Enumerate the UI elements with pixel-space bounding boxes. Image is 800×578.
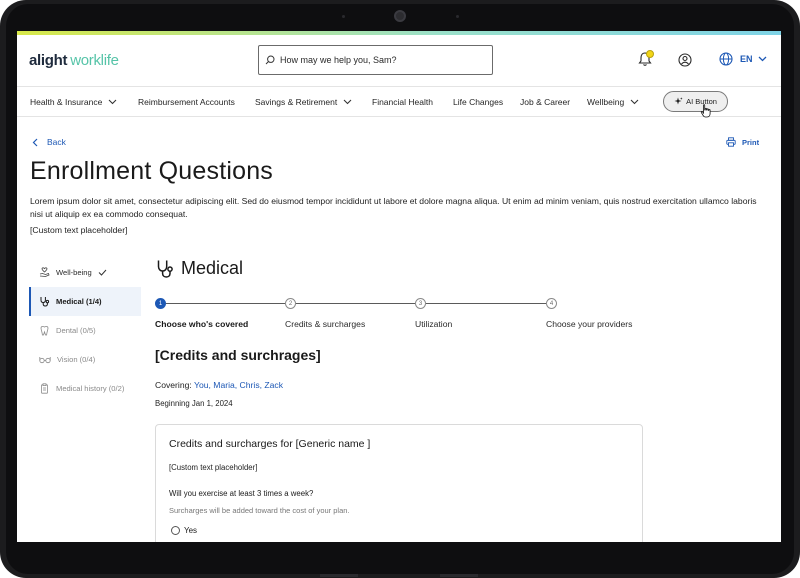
coverage-start-date: Beginning Jan 1, 2024 — [155, 399, 233, 408]
step-well-being[interactable]: Well-being — [29, 258, 141, 287]
screen: alight worklife How may we help you, Sam?… — [17, 31, 781, 542]
section-title: Medical — [181, 258, 244, 278]
chevron-down-icon — [108, 99, 117, 105]
back-link[interactable]: Back — [32, 137, 66, 147]
top-header: alight worklife How may we help you, Sam?… — [17, 35, 781, 87]
radio-button[interactable] — [171, 526, 180, 535]
covered-members-link[interactable]: You, Maria, Chris, Zack — [194, 380, 283, 390]
progress-connector — [166, 303, 285, 304]
clipboard-icon — [41, 383, 48, 394]
radio-label: Yes — [184, 526, 198, 535]
section-heading: Medical — [155, 258, 243, 279]
checkmark-icon — [98, 269, 107, 276]
step-medical-history[interactable]: Medical history (0/2) — [29, 374, 141, 403]
progress-label-choose-providers: Choose your providers — [546, 319, 633, 329]
nav-item-label: Financial Health — [372, 97, 433, 107]
camera — [394, 10, 406, 22]
radio-option-yes[interactable]: Yes — [171, 526, 197, 535]
progress-connector — [426, 303, 546, 304]
back-label: Back — [47, 137, 66, 147]
sensor-dot — [456, 15, 459, 18]
hardware-button — [320, 574, 358, 577]
exercise-question: Will you exercise at least 3 times a wee… — [169, 489, 314, 498]
step-subheading: [Credits and surchrages] — [155, 347, 321, 363]
surcharge-question-card: Credits and surcharges for [Generic name… — [155, 424, 643, 542]
nav-item-label: Job & Career — [520, 97, 571, 107]
step-label: Vision (0/4) — [57, 355, 96, 364]
chevron-left-icon — [32, 138, 38, 146]
hardware-button — [440, 574, 478, 577]
covering-line: Covering: You, Maria, Chris, Zack — [155, 380, 283, 390]
stethoscope-icon — [157, 260, 173, 278]
card-custom-text-placeholder: [Custom text placeholder] — [169, 463, 258, 472]
covering-label: Covering: — [155, 380, 192, 390]
tablet-frame: alight worklife How may we help you, Sam?… — [0, 0, 800, 578]
step-vision[interactable]: Vision (0/4) — [29, 345, 141, 374]
progress-step-1[interactable]: 1 — [155, 298, 166, 309]
search-input[interactable]: How may we help you, Sam? — [258, 45, 493, 75]
surcharge-note: Surcharges will be added toward the cost… — [169, 506, 350, 515]
progress-label-credits-surcharges: Credits & surcharges — [285, 319, 366, 329]
search-icon — [265, 55, 275, 65]
nav-item-job-career[interactable]: Job & Career — [520, 97, 570, 107]
step-label: Well-being — [56, 268, 92, 277]
page-title: Enrollment Questions — [30, 157, 274, 185]
nav-item-health-insurance[interactable]: Health & Insurance — [30, 97, 117, 107]
print-button[interactable]: Print — [726, 137, 759, 147]
chevron-down-icon — [343, 99, 352, 105]
notification-badge — [646, 50, 654, 58]
language-label: EN — [740, 54, 753, 64]
tooth-icon — [40, 326, 49, 336]
printer-icon — [726, 137, 736, 147]
nav-item-label: Savings & Retirement — [255, 97, 338, 107]
hand-pointer-cursor-icon — [700, 104, 711, 118]
step-dental[interactable]: Dental (0/5) — [29, 316, 141, 345]
logo-secondary-text: worklife — [70, 52, 119, 69]
chevron-down-icon — [630, 99, 639, 105]
nav-item-label: Health & Insurance — [30, 97, 103, 107]
intro-paragraph: Lorem ipsum dolor sit amet, consectetur … — [30, 196, 757, 219]
hand-heart-icon — [39, 267, 50, 277]
alight-worklife-logo[interactable]: alight worklife — [29, 52, 119, 69]
step-label: Dental (0/5) — [56, 326, 96, 335]
progress-step-3[interactable]: 3 — [415, 298, 426, 309]
nav-item-label: Wellbeing — [587, 97, 625, 107]
nav-item-life-changes[interactable]: Life Changes — [453, 97, 503, 107]
progress-stepper: 1 2 3 4 Choose who's covered Credits & s… — [155, 297, 632, 329]
language-selector[interactable]: EN — [719, 52, 767, 66]
progress-connector — [296, 303, 415, 304]
progress-step-2[interactable]: 2 — [285, 298, 296, 309]
custom-text-placeholder: [Custom text placeholder] — [30, 225, 128, 235]
step-label: Medical history (0/2) — [56, 384, 125, 393]
sparkle-icon — [674, 97, 683, 105]
nav-item-reimbursement-accounts[interactable]: Reimbursement Accounts — [138, 97, 235, 107]
user-profile-icon[interactable] — [678, 53, 692, 67]
nav-item-savings-retirement[interactable]: Savings & Retirement — [255, 97, 352, 107]
nav-item-label: Reimbursement Accounts — [138, 97, 235, 107]
progress-label-choose-covered: Choose who's covered — [155, 319, 249, 329]
nav-item-label: Life Changes — [453, 97, 504, 107]
progress-step-4[interactable]: 4 — [546, 298, 557, 309]
chevron-down-icon — [758, 56, 766, 62]
main-navigation: Health & Insurance Reimbursement Account… — [17, 87, 781, 118]
step-label: Medical (1/4) — [56, 297, 102, 306]
logo-primary-text: alight — [29, 52, 68, 69]
sensor-dot — [342, 15, 345, 18]
ai-button[interactable]: AI Button — [663, 91, 728, 112]
enrollment-steps-sidebar: Well-being Medical (1/4) Dental (0/5) Vi… — [29, 258, 141, 403]
stethoscope-icon — [40, 297, 50, 307]
nav-item-wellbeing[interactable]: Wellbeing — [587, 97, 639, 107]
step-medical[interactable]: Medical (1/4) — [29, 287, 141, 316]
globe-icon — [719, 52, 733, 66]
search-placeholder: How may we help you, Sam? — [280, 55, 397, 65]
nav-item-financial-health[interactable]: Financial Health — [372, 97, 433, 107]
progress-label-utilization: Utilization — [415, 319, 453, 329]
card-title: Credits and surcharges for [Generic name… — [169, 438, 371, 450]
glasses-icon — [39, 357, 51, 364]
print-label: Print — [742, 137, 760, 147]
